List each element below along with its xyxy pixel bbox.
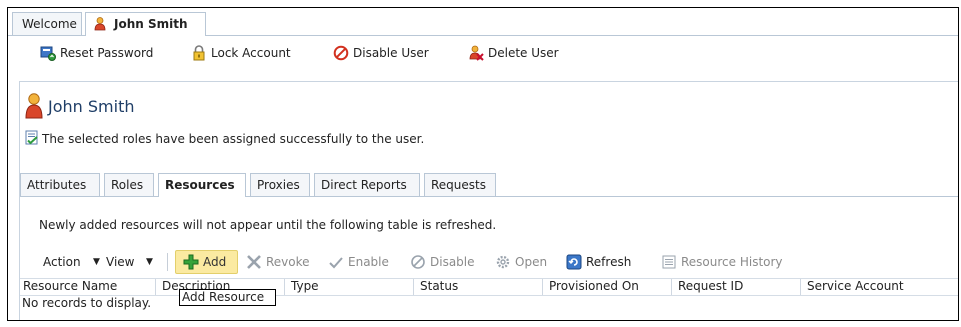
revoke-button[interactable]: Revoke: [246, 252, 320, 272]
resources-table-header: Resource Name Description Type Status Pr…: [20, 278, 958, 296]
tab-direct-reports[interactable]: Direct Reports: [314, 173, 420, 196]
open-button[interactable]: Open: [495, 252, 553, 272]
add-label: Add: [203, 255, 227, 269]
view-menu[interactable]: View ▼: [106, 252, 162, 272]
user-actions-toolbar: Reset Password Lock Account Disable User: [8, 36, 958, 68]
tab-proxies[interactable]: Proxies: [250, 173, 310, 196]
disable-icon: [333, 45, 349, 61]
add-icon: [183, 254, 199, 270]
view-menu-label: View: [106, 255, 135, 269]
page-title: John Smith: [48, 97, 135, 116]
reset-password-button[interactable]: Reset Password: [40, 44, 170, 62]
tab-attributes-label: Attributes: [27, 178, 87, 192]
add-resource-button[interactable]: Add: [175, 250, 238, 274]
disable-button[interactable]: Disable: [410, 252, 480, 272]
reset-password-icon: [40, 45, 56, 61]
empty-table-message: No records to display.: [22, 296, 152, 310]
column-type[interactable]: Type: [285, 279, 414, 295]
lock-account-label: Lock Account: [211, 46, 291, 60]
window-frame: Welcome John Smith Reset Password Lock A…: [7, 7, 959, 321]
enable-button[interactable]: Enable: [328, 252, 396, 272]
refresh-icon: [566, 254, 582, 270]
tab-resources[interactable]: Resources: [158, 173, 246, 197]
resource-history-button[interactable]: Resource History: [661, 252, 783, 272]
disable-user-label: Disable User: [353, 46, 429, 60]
add-resource-tooltip: Add Resource: [179, 289, 276, 306]
action-menu[interactable]: Action ▼: [43, 252, 103, 272]
chevron-down-icon: ▼: [93, 257, 100, 267]
column-provisioned-on[interactable]: Provisioned On: [543, 279, 672, 295]
tab-welcome-label: Welcome: [22, 17, 77, 31]
reset-password-label: Reset Password: [60, 46, 154, 60]
tab-welcome[interactable]: Welcome: [12, 12, 82, 35]
tab-roles-label: Roles: [111, 178, 144, 192]
user-details-panel: John Smith The selected roles have been …: [19, 81, 958, 320]
action-menu-label: Action: [43, 255, 81, 269]
resource-history-label: Resource History: [681, 255, 783, 269]
user-avatar-icon: [25, 93, 43, 119]
tab-resources-label: Resources: [165, 178, 235, 192]
revoke-label: Revoke: [266, 255, 310, 269]
chevron-down-icon: ▼: [146, 257, 153, 267]
revoke-icon: [246, 254, 262, 270]
tab-proxies-label: Proxies: [257, 178, 300, 192]
gear-icon: [495, 254, 511, 270]
tab-attributes[interactable]: Attributes: [20, 173, 100, 196]
disable-user-button[interactable]: Disable User: [333, 44, 438, 62]
checkmark-icon: [328, 254, 344, 270]
lock-account-button[interactable]: Lock Account: [191, 44, 301, 62]
column-status[interactable]: Status: [414, 279, 543, 295]
column-service-account[interactable]: Service Account: [801, 279, 958, 295]
delete-user-button[interactable]: Delete User: [468, 44, 568, 62]
delete-user-icon: [468, 45, 484, 61]
toolbar-divider: [167, 253, 168, 271]
tab-john-smith[interactable]: John Smith: [85, 12, 206, 36]
column-resource-name[interactable]: Resource Name: [20, 279, 156, 295]
tab-requests[interactable]: Requests: [424, 173, 496, 196]
confirmation-text: The selected roles have been assigned su…: [42, 132, 425, 146]
resources-toolbar: Action ▼ View ▼ Add Revoke Enable Disabl…: [20, 250, 958, 274]
tab-john-smith-label: John Smith: [114, 17, 188, 31]
detail-tab-bar: Attributes Roles Resources Proxies Direc…: [20, 173, 958, 197]
page-tab-bar: Welcome John Smith: [8, 8, 958, 36]
disable-icon: [410, 254, 426, 270]
tab-direct-reports-label: Direct Reports: [321, 178, 407, 192]
open-label: Open: [515, 255, 548, 269]
history-icon: [661, 254, 677, 270]
tab-roles[interactable]: Roles: [104, 173, 154, 196]
tab-requests-label: Requests: [431, 178, 486, 192]
refresh-notice: Newly added resources will not appear un…: [39, 218, 497, 232]
refresh-label: Refresh: [586, 255, 632, 269]
delete-user-label: Delete User: [488, 46, 559, 60]
lock-icon: [191, 45, 207, 61]
user-icon: [94, 17, 106, 31]
refresh-button[interactable]: Refresh: [566, 252, 646, 272]
confirmation-icon: [25, 130, 39, 146]
enable-label: Enable: [348, 255, 389, 269]
disable-label: Disable: [430, 255, 475, 269]
column-request-id[interactable]: Request ID: [672, 279, 801, 295]
